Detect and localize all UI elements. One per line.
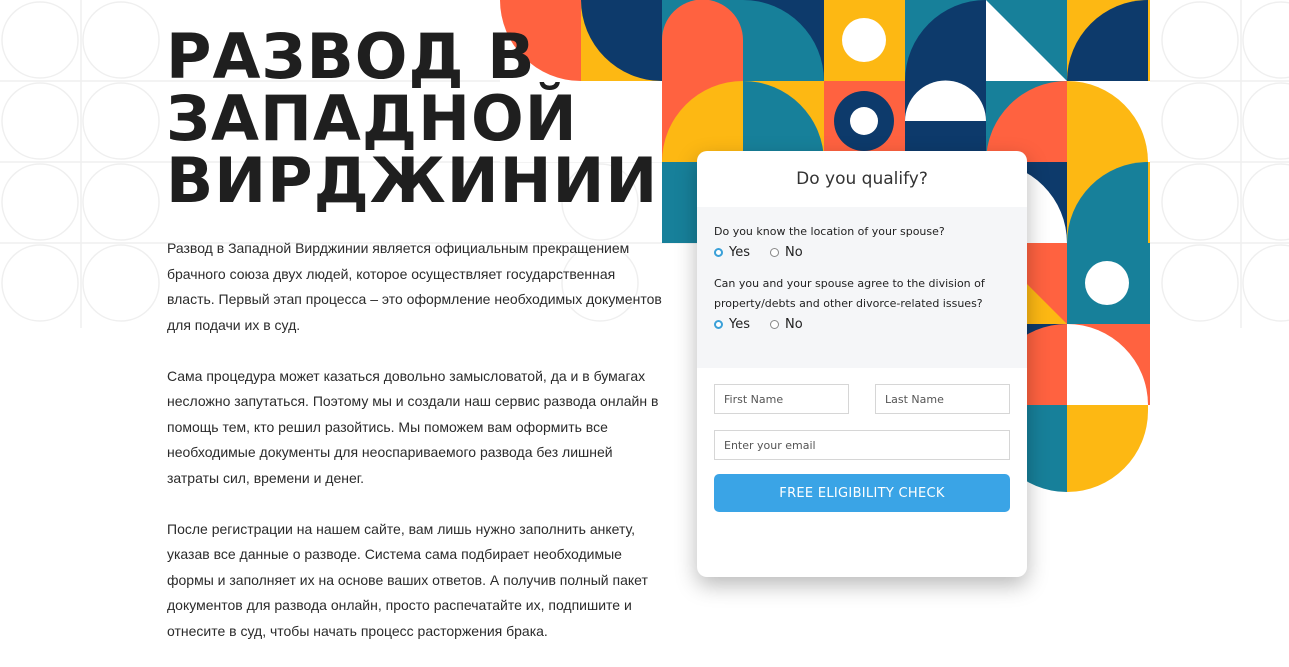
q1-yes-radio[interactable] (714, 248, 723, 257)
q2-yes-option[interactable]: Yes (714, 317, 750, 332)
question-agreement: Can you and your spouse agree to the div… (714, 277, 985, 310)
paragraph-1: Развод в Западной Вирджинии является офи… (167, 240, 662, 333)
page-title-line-1: РАЗВОД В (166, 20, 536, 93)
email-field[interactable]: Enter your email (714, 430, 1010, 460)
name-row: First Name Last Name (714, 384, 1010, 414)
paragraph-3: После регистрации на нашем сайте, вам ли… (167, 520, 648, 639)
contact-fields: First Name Last Name Enter your email FR… (697, 368, 1027, 512)
page-title: РАЗВОД В ЗАПАДНОЙ ВИРДЖИНИИ (166, 26, 666, 212)
qualify-form-card: Do you qualify? Do you know the location… (697, 151, 1027, 577)
q2-no-radio[interactable] (770, 320, 779, 329)
eligibility-check-button[interactable]: FREE ELIGIBILITY CHECK (714, 474, 1010, 512)
q1-yes-label: Yes (729, 245, 750, 260)
questions-section: Do you know the location of your spouse?… (697, 207, 1027, 368)
q2-yes-radio[interactable] (714, 320, 723, 329)
form-title: Do you qualify? (796, 169, 928, 189)
q1-yes-option[interactable]: Yes (714, 245, 750, 260)
page-title-line-2: ЗАПАДНОЙ (166, 82, 578, 155)
question-spouse-location: Do you know the location of your spouse? (714, 225, 945, 238)
q1-no-radio[interactable] (770, 248, 779, 257)
q2-no-option[interactable]: No (770, 317, 803, 332)
article-body: Развод в Западной Вирджинии является офи… (167, 236, 662, 667)
q2-no-label: No (785, 317, 803, 332)
first-name-field[interactable]: First Name (714, 384, 849, 414)
question-2-options: Yes No (714, 317, 1010, 332)
last-name-field[interactable]: Last Name (875, 384, 1010, 414)
paragraph-2: Сама процедура может казаться довольно з… (167, 367, 659, 486)
q1-no-label: No (785, 245, 803, 260)
page-title-line-3: ВИРДЖИНИИ (166, 144, 659, 217)
question-1-options: Yes No (714, 245, 1010, 260)
q2-yes-label: Yes (729, 317, 750, 332)
q1-no-option[interactable]: No (770, 245, 803, 260)
